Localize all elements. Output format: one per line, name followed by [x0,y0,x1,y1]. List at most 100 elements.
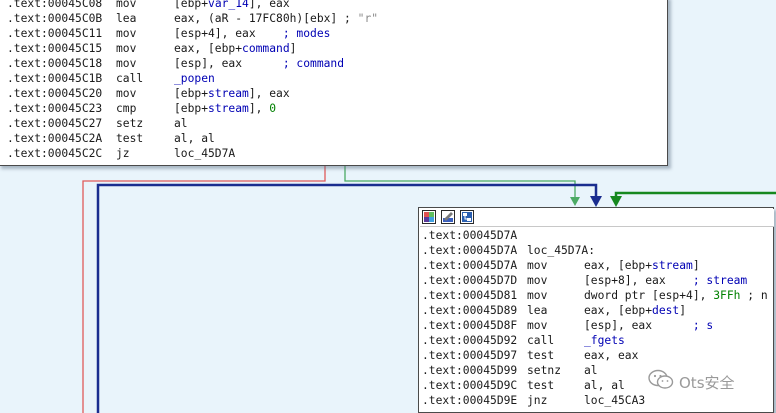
asm-operands: _popen [174,71,215,86]
asm-address: .text:00045C15 [7,42,103,55]
asm-line[interactable]: .text:00045C23 cmp [ebp+stream], 0 [7,101,667,116]
asm-mnemonic: jnz [527,394,548,407]
asm-operand-text: loc_45CA3 [584,394,646,407]
asm-operand-text: dword ptr [esp+4], [584,289,714,302]
graph-icon[interactable] [460,210,474,224]
asm-operand-text: ] [289,42,297,55]
asm-operand-text: al [174,117,188,130]
asm-line[interactable]: .text:00045D9E jnz loc_45CA3 [422,393,773,408]
asm-mnemonic: jz [116,147,130,160]
asm-operands: eax, [ebp+command] [174,41,296,56]
asm-comment: ; command [282,57,345,70]
asm-operand-text: eax, [ebp+ [584,304,653,317]
asm-operands: eax, (aR - 17FC80h)[ebx] ; "r" [174,11,378,26]
asm-line[interactable]: .text:00045D92 call _fgets [422,333,773,348]
asm-operands: al, al [174,131,215,146]
edge-loop-back [614,191,776,199]
asm-operand-text: ], [248,102,270,115]
asm-operand-text: eax, (aR - 17FC80h)[ebx] ; [174,12,358,25]
asm-line[interactable]: .text:00045C0B lea eax, (aR - 17FC80h)[ebx… [7,11,667,26]
watermark: Ots安全 [648,369,735,393]
asm-address: .text:00045D81 [422,289,518,302]
asm-line[interactable]: .text:00045C08 mov [ebp+var_14], eax [7,0,667,11]
asm-mnemonic: mov [116,87,137,100]
asm-operands: [esp], eax ; command [174,56,344,71]
asm-symbol[interactable]: command [242,42,290,55]
asm-line[interactable]: .text:00045C2C jz loc_45D7A [7,146,667,161]
asm-line[interactable]: .text:00045C18 mov [esp], eax ; command [7,56,667,71]
asm-mnemonic: mov [527,289,548,302]
asm-label[interactable]: loc_45D7A: [527,243,595,258]
asm-operand-text: "r" [357,12,379,25]
asm-address: .text:00045D92 [422,334,518,347]
asm-line[interactable]: .text:00045C2A test al, al [7,131,667,146]
asm-address: .text:00045C1B [7,72,103,85]
asm-operands: dword ptr [esp+4], 3FFh ; n [584,288,768,303]
asm-mnemonic: setz [116,117,144,130]
asm-operands: eax, [ebp+dest] [584,303,686,318]
asm-operands: al [584,363,598,378]
asm-mnemonic: cmp [116,102,137,115]
asm-operand-text: 0 [269,102,277,115]
edge-true-arrow [570,197,580,206]
asm-line[interactable]: .text:00045D7D mov [esp+8], eax ; stream [422,273,773,288]
asm-address: .text:00045D9E [422,394,518,407]
asm-line[interactable]: .text:00045C27 setz al [7,116,667,131]
asm-mnemonic: mov [527,274,548,287]
asm-operand-text: ], eax [248,87,290,100]
asm-line[interactable]: .text:00045C11 mov [esp+4], eax ; modes [7,26,667,41]
asm-operands: _fgets [584,333,625,348]
edge-jump-arrow [590,196,602,207]
asm-operand-text: al, al [584,379,625,392]
asm-operands: al, al [584,378,625,393]
block-titlebar [420,209,774,227]
asm-operands: al [174,116,188,131]
asm-line[interactable]: .text:00045D8F mov [esp], eax ; s [422,318,773,333]
asm-operand-text: eax, [ebp+ [584,259,653,272]
asm-mnemonic: mov [116,27,137,40]
asm-operand-text: al, al [174,132,215,145]
asm-line[interactable]: .text:00045D89 lea eax, [ebp+dest] [422,303,773,318]
asm-line[interactable]: .text:00045C20 mov [ebp+stream], eax [7,86,667,101]
asm-mnemonic: lea [527,304,548,317]
asm-operand-text: [ebp+ [174,87,209,100]
asm-symbol[interactable]: stream [208,87,249,100]
asm-operand-text: [esp+8], eax [584,274,693,287]
asm-line[interactable]: .text:00045D7A [422,228,773,243]
asm-mnemonic: test [527,379,555,392]
asm-symbol[interactable]: _fgets [584,334,625,347]
asm-symbol[interactable]: _popen [174,72,215,85]
asm-operand-text: [ebp+ [174,102,209,115]
asm-line[interactable]: .text:00045D7A mov eax, [ebp+stream] [422,258,773,273]
asm-mnemonic: test [527,349,555,362]
asm-operand-text: al [584,364,598,377]
asm-mnemonic: lea [116,12,137,25]
asm-symbol[interactable]: var_14 [208,0,249,10]
ida-graph-view[interactable]: .text:00045C08 mov [ebp+var_14], eax .text:… [0,0,776,413]
asm-mnemonic: call [116,72,144,85]
asm-operands: [esp], eax ; s [584,318,713,333]
asm-line[interactable]: .text:00045D81 mov dword ptr [esp+4], 3FFh… [422,288,773,303]
asm-symbol[interactable]: stream [652,259,693,272]
asm-operands: [esp+4], eax ; modes [174,26,330,41]
rename-icon[interactable] [441,210,455,224]
asm-line[interactable]: .text:00045C15 mov eax, [ebp+command] [7,41,667,56]
asm-operand-text: eax, eax [584,349,639,362]
asm-mnemonic: test [116,132,144,145]
asm-symbol[interactable]: dest [652,304,679,317]
asm-line[interactable]: .text:00045C1B call _popen [7,71,667,86]
asm-comment: ; stream [692,274,748,287]
asm-mnemonic: mov [116,57,137,70]
asm-mnemonic: mov [527,259,548,272]
asm-line[interactable]: .text:00045D97 test eax, eax [422,348,773,363]
asm-mnemonic: mov [527,319,548,332]
palette-icon[interactable] [422,210,436,224]
asm-address: .text:00045D97 [422,349,518,362]
asm-address: .text:00045C18 [7,57,103,70]
asm-address: .text:00045D7A [422,244,518,257]
asm-comment: ; s [692,319,714,332]
asm-symbol[interactable]: stream [208,102,249,115]
asm-line[interactable]: .text:00045D7A loc_45D7A: [422,243,773,258]
code-block-popen[interactable]: .text:00045C08 mov [ebp+var_14], eax .text:… [0,0,668,166]
asm-address: .text:00045C0B [7,12,103,25]
